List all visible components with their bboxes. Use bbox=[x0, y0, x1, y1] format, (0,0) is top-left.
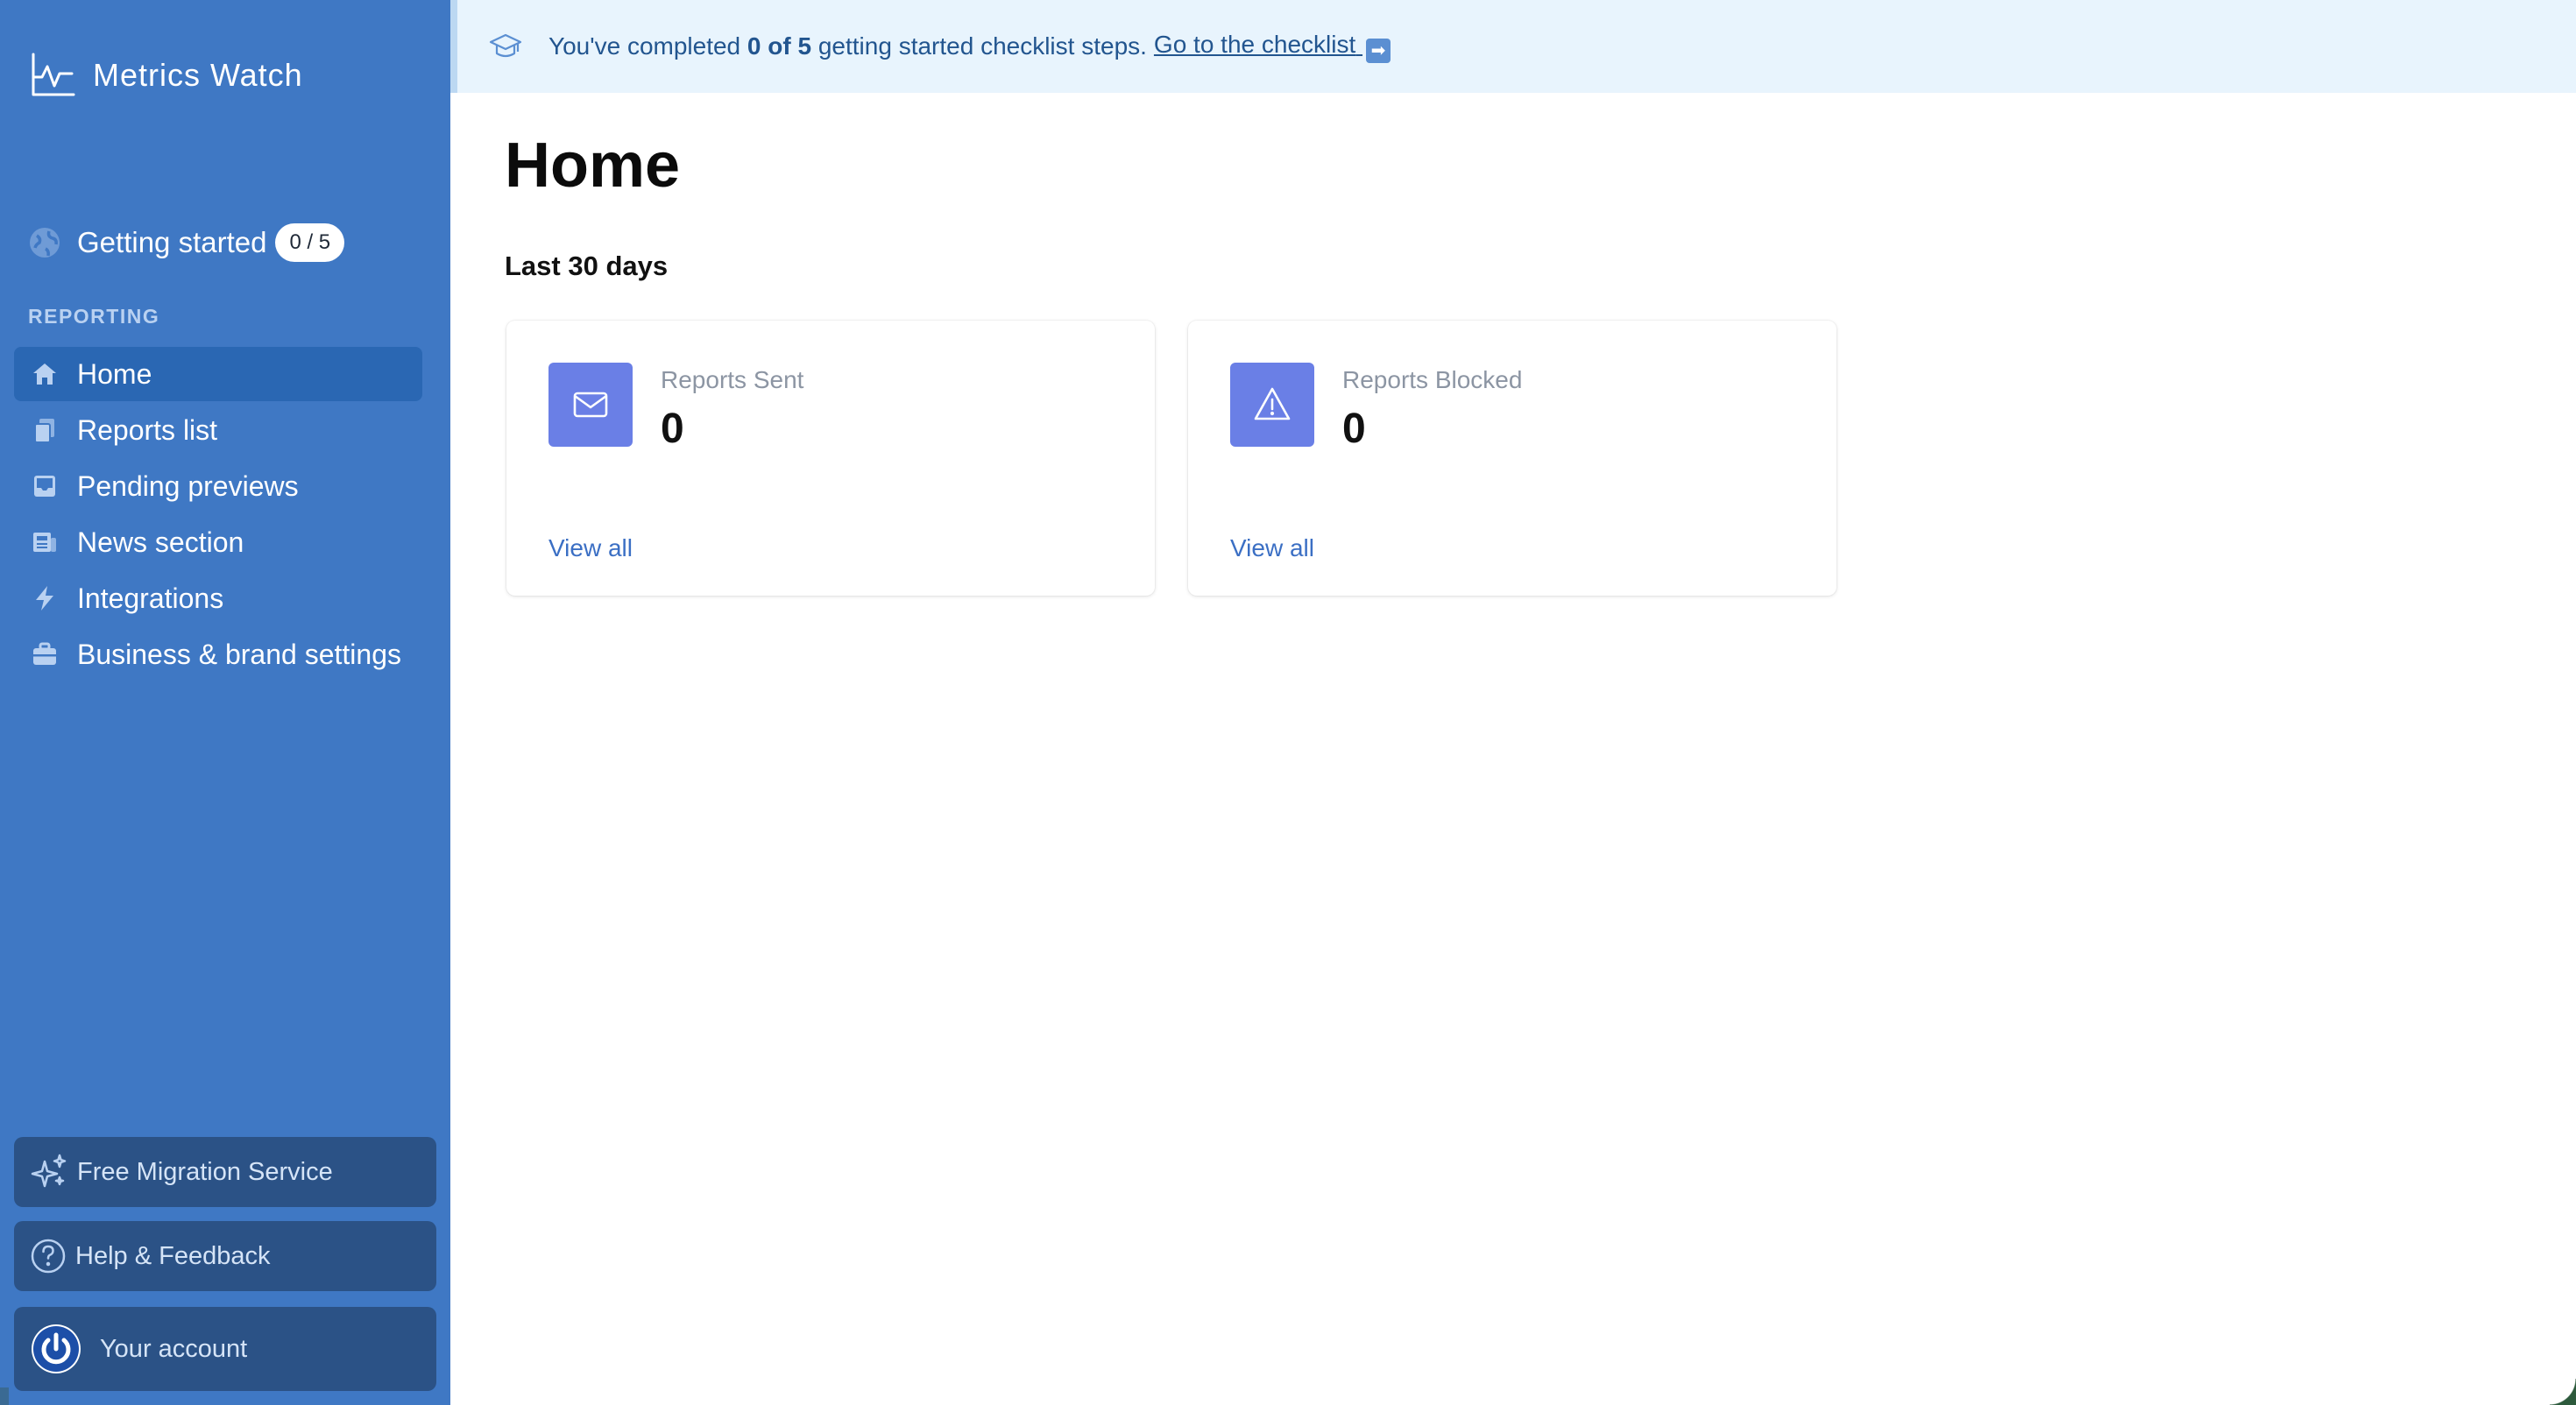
sidebar-item-label: Pending previews bbox=[77, 470, 299, 502]
period-label: Last 30 days bbox=[505, 251, 669, 281]
go-to-checklist-link[interactable]: Go to the checklist ➡ bbox=[1154, 31, 1391, 63]
sidebar-item-label: News section bbox=[77, 526, 244, 558]
view-all-reports-blocked-link[interactable]: View all bbox=[1230, 534, 1314, 562]
sidebar-item-business-brand-settings[interactable]: Business & brand settings bbox=[14, 627, 422, 681]
banner-prefix: You've completed bbox=[548, 32, 741, 60]
go-to-checklist-label: Go to the checklist bbox=[1153, 30, 1356, 58]
stat-label: Reports Sent bbox=[661, 366, 804, 393]
page-title: Home bbox=[505, 131, 681, 201]
getting-started-label: Getting started bbox=[77, 226, 267, 258]
stat-value: 0 bbox=[1342, 406, 1366, 452]
brand-logo[interactable]: Metrics Watch bbox=[28, 51, 303, 100]
newspaper-icon bbox=[30, 527, 60, 557]
getting-started-progress-badge: 0 / 5 bbox=[275, 223, 345, 262]
getting-started-link[interactable]: Getting started 0 / 5 bbox=[28, 219, 345, 266]
sidebar-item-integrations[interactable]: Integrations bbox=[14, 571, 422, 625]
reports-blocked-card: Reports Blocked 0 View all bbox=[1188, 321, 1836, 596]
home-icon bbox=[30, 359, 60, 389]
question-circle-icon bbox=[30, 1238, 67, 1274]
pulse-chart-icon bbox=[32, 53, 75, 96]
free-migration-service-button[interactable]: Free Migration Service bbox=[14, 1137, 436, 1207]
globe-icon bbox=[30, 228, 60, 258]
reports-sent-card: Reports Sent 0 View all bbox=[506, 321, 1155, 596]
window-corner bbox=[0, 1387, 9, 1405]
sidebar-item-label: Integrations bbox=[77, 582, 224, 614]
warning-icon bbox=[1230, 363, 1314, 447]
sidebar-item-label: Business & brand settings bbox=[77, 638, 401, 670]
sidebar-item-label: Home bbox=[77, 357, 152, 390]
lightning-icon bbox=[30, 583, 60, 613]
banner-suffix: getting started checklist steps. bbox=[817, 32, 1147, 60]
graduation-cap-icon bbox=[489, 33, 522, 58]
sidebar-item-home[interactable]: Home bbox=[14, 347, 422, 401]
sidebar: Metrics Watch Getting started 0 / 5 REPO… bbox=[0, 0, 450, 1405]
your-account-button[interactable]: Your account bbox=[14, 1307, 436, 1391]
power-icon bbox=[32, 1324, 81, 1373]
sparkles-icon bbox=[30, 1153, 68, 1191]
documents-icon bbox=[30, 415, 60, 445]
view-all-reports-sent-link[interactable]: View all bbox=[548, 534, 633, 562]
sidebar-item-reports-list[interactable]: Reports list bbox=[14, 403, 422, 457]
briefcase-icon bbox=[30, 639, 60, 669]
your-account-label: Your account bbox=[100, 1334, 248, 1363]
help-feedback-button[interactable]: Help & Feedback bbox=[14, 1221, 436, 1291]
checklist-banner: You've completed 0 of 5 getting started … bbox=[450, 0, 2576, 93]
main-content: You've completed 0 of 5 getting started … bbox=[450, 0, 2576, 1405]
sidebar-item-label: Reports list bbox=[77, 413, 218, 446]
brand-name: Metrics Watch bbox=[93, 57, 303, 93]
window-corner bbox=[2550, 1379, 2576, 1405]
envelope-icon bbox=[548, 363, 633, 447]
sidebar-item-pending-previews[interactable]: Pending previews bbox=[14, 459, 422, 513]
stat-label: Reports Blocked bbox=[1342, 366, 1523, 393]
free-migration-service-label: Free Migration Service bbox=[77, 1157, 333, 1186]
arrow-right-icon: ➡ bbox=[1366, 38, 1391, 63]
reporting-section-heading: REPORTING bbox=[28, 305, 160, 328]
inbox-icon bbox=[30, 471, 60, 501]
stat-value: 0 bbox=[661, 406, 684, 452]
sidebar-item-news-section[interactable]: News section bbox=[14, 515, 422, 569]
sidebar-nav: Home Reports list Pending previews News … bbox=[14, 347, 422, 683]
help-feedback-label: Help & Feedback bbox=[75, 1241, 271, 1270]
banner-progress: 0 of 5 bbox=[747, 32, 812, 60]
